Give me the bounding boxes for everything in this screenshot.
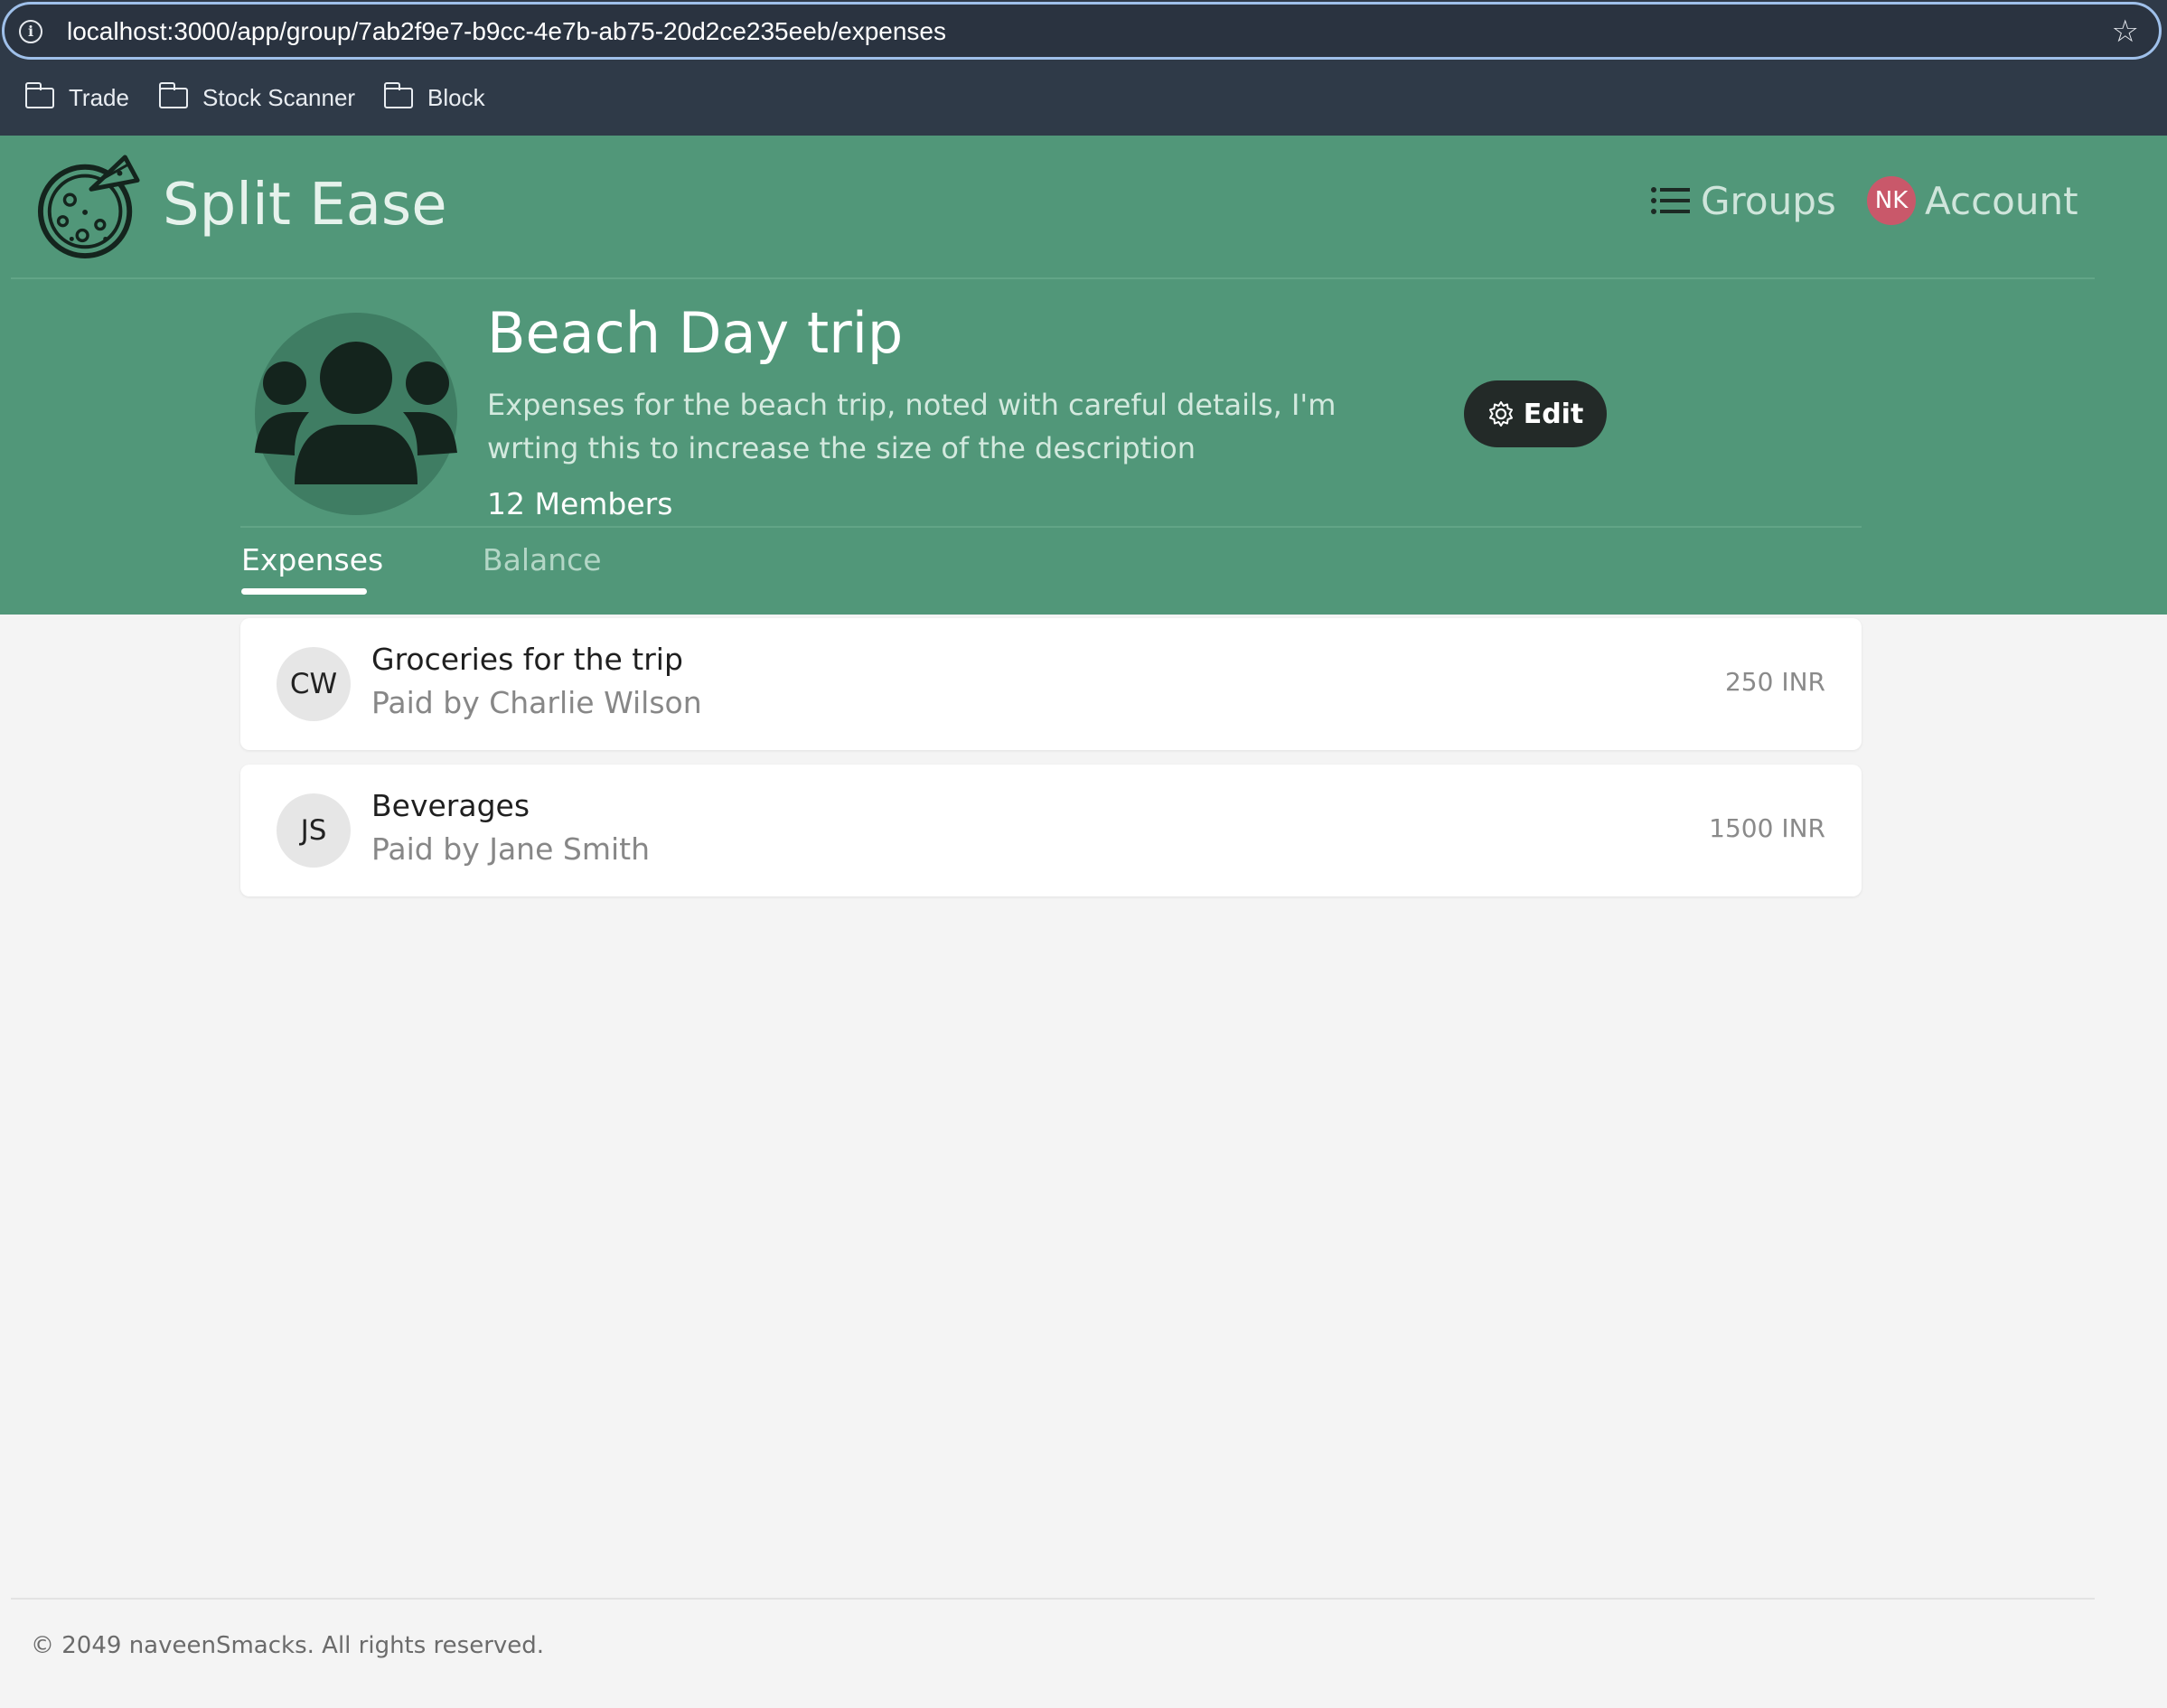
edit-button-label: Edit bbox=[1523, 398, 1584, 430]
bookmark-stock-scanner[interactable]: Stock Scanner bbox=[158, 78, 356, 117]
folder-icon bbox=[158, 81, 188, 108]
active-tab-indicator bbox=[241, 588, 367, 595]
url-text[interactable]: localhost:3000/app/group/7ab2f9e7-b9cc-4… bbox=[67, 17, 946, 46]
avatar: NK bbox=[1867, 176, 1916, 225]
browser-chrome: i localhost:3000/app/group/7ab2f9e7-b9cc… bbox=[0, 0, 2167, 136]
nav-account-label: Account bbox=[1925, 178, 2078, 223]
pizza-icon[interactable] bbox=[36, 154, 143, 260]
folder-icon bbox=[24, 81, 54, 108]
tab-expenses[interactable]: Expenses bbox=[241, 542, 383, 577]
tab-balance[interactable]: Balance bbox=[483, 542, 602, 577]
tabs-divider bbox=[240, 526, 1862, 528]
users-icon bbox=[255, 342, 457, 484]
expense-item[interactable]: CW Groceries for the trip Paid by Charli… bbox=[240, 618, 1862, 750]
group-title: Beach Day trip bbox=[487, 300, 904, 366]
folder-icon bbox=[383, 81, 413, 108]
expense-item[interactable]: JS Beverages Paid by Jane Smith 1500 INR bbox=[240, 765, 1862, 896]
avatar: CW bbox=[277, 647, 351, 721]
header-divider bbox=[11, 277, 2095, 279]
bookmark-block[interactable]: Block bbox=[383, 78, 485, 117]
bookmark-label: Trade bbox=[69, 83, 129, 111]
expense-amount: 1500 INR bbox=[1709, 813, 1825, 843]
brand-name[interactable]: Split Ease bbox=[163, 172, 447, 239]
expense-payer: Paid by Jane Smith bbox=[371, 831, 650, 867]
bookmarks-bar: Trade Stock Scanner Block bbox=[0, 78, 2167, 117]
edit-group-button[interactable]: Edit bbox=[1464, 380, 1607, 447]
nav-groups-label: Groups bbox=[1701, 178, 1836, 223]
list-icon bbox=[1651, 187, 1690, 214]
address-bar[interactable]: i localhost:3000/app/group/7ab2f9e7-b9cc… bbox=[2, 2, 2162, 60]
expense-title: Beverages bbox=[371, 788, 530, 823]
nav-groups-link[interactable]: Groups bbox=[1650, 175, 1836, 226]
footer-divider bbox=[11, 1598, 2095, 1600]
star-icon[interactable]: ☆ bbox=[2112, 14, 2139, 50]
expense-amount: 250 INR bbox=[1724, 667, 1825, 697]
bookmark-label: Block bbox=[427, 83, 485, 111]
bookmark-label: Stock Scanner bbox=[202, 83, 356, 111]
footer-copyright: © 2049 naveenSmacks. All rights reserved… bbox=[31, 1632, 545, 1659]
gear-icon bbox=[1488, 401, 1513, 427]
expense-title: Groceries for the trip bbox=[371, 642, 683, 677]
group-description: Expenses for the beach trip, noted with … bbox=[487, 388, 1337, 465]
avatar: JS bbox=[277, 793, 351, 868]
group-members-count[interactable]: 12 Members bbox=[487, 486, 672, 521]
nav-account-link[interactable]: NK Account bbox=[1867, 175, 2078, 226]
group-avatar bbox=[255, 313, 457, 515]
expense-payer: Paid by Charlie Wilson bbox=[371, 685, 702, 720]
bookmark-trade[interactable]: Trade bbox=[24, 78, 129, 117]
info-icon[interactable]: i bbox=[19, 20, 42, 43]
